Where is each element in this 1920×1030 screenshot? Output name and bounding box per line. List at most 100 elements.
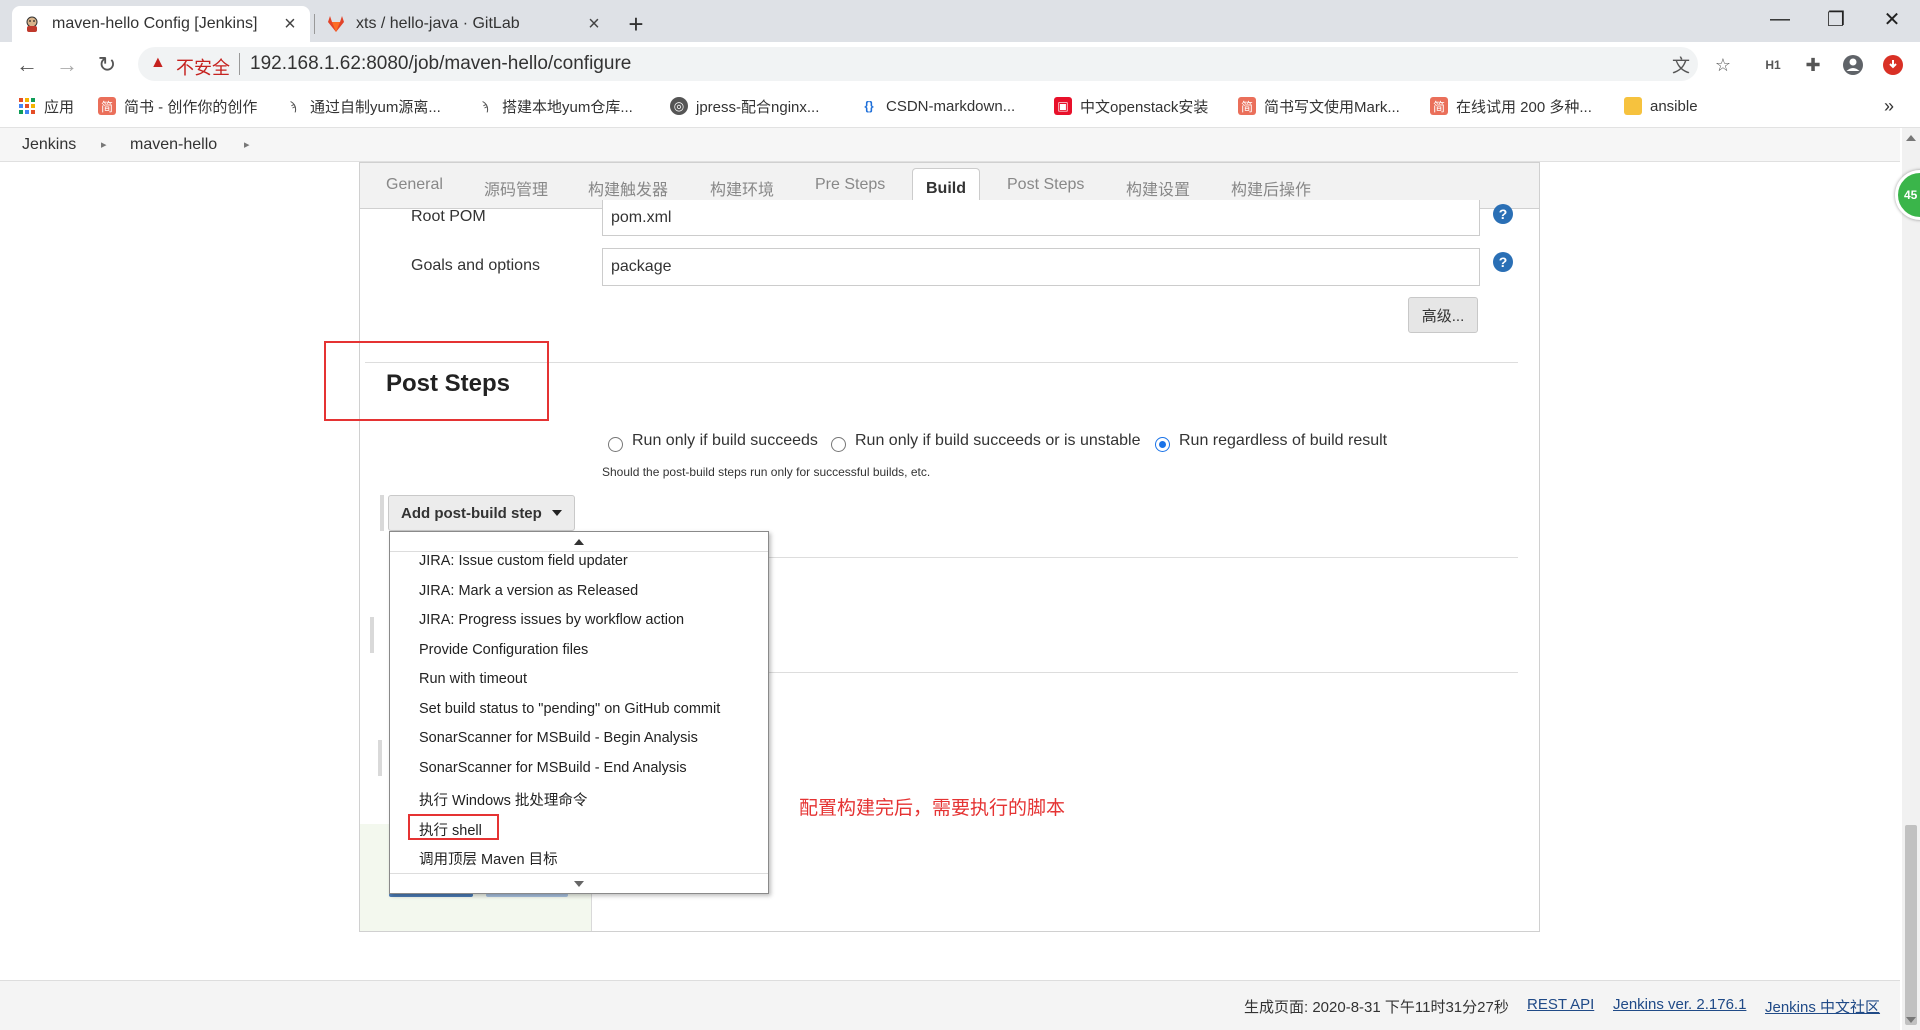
jenkins-version-link[interactable]: Jenkins ver. 2.176.1 [1613, 996, 1746, 1013]
bookmark-item[interactable]: 简 简书 - 创作你的创作 [98, 94, 257, 118]
bookmark-item[interactable]: ▣ 中文openstack安装 [1054, 94, 1208, 118]
tab-pre-steps[interactable]: Pre Steps [815, 176, 885, 194]
jenkins-community-link[interactable]: Jenkins 中文社区 [1765, 996, 1880, 1017]
generated-time: 生成页面: 2020-8-31 下午11时31分27秒 [1244, 999, 1509, 1016]
bookmark-label: 简书写文使用Mark... [1264, 98, 1400, 116]
tab-title: xts / hello-java · GitLab [356, 15, 520, 32]
translate-icon[interactable]: 文 [1668, 52, 1694, 78]
breadcrumb-job[interactable]: maven-hello [130, 136, 217, 154]
bookmark-item[interactable]: ϡ 搭建本地yum仓库... [476, 94, 633, 118]
bookmark-label: 简书 - 创作你的创作 [124, 98, 258, 116]
bookmark-item[interactable]: ◎ jpress-配合nginx... [670, 94, 819, 118]
bookmark-label: CSDN-markdown... [886, 97, 1016, 115]
menu-item[interactable]: Provide Configuration files [419, 642, 588, 658]
radio-success-or-unstable[interactable] [831, 437, 846, 452]
goals-label: Goals and options [411, 257, 540, 274]
minimize-window-icon[interactable]: — [1752, 0, 1808, 38]
close-tab-icon[interactable]: × [280, 13, 300, 36]
menu-item[interactable]: 执行 Windows 批处理命令 [419, 789, 587, 810]
menu-item[interactable]: Run with timeout [419, 671, 527, 687]
browser-tab-gitlab[interactable]: xts / hello-java · GitLab × [316, 6, 614, 42]
radio-success-only[interactable] [608, 437, 623, 452]
extensions-puzzle-icon[interactable]: ✚ [1800, 52, 1826, 78]
menu-item[interactable]: SonarScanner for MSBuild - End Analysis [419, 760, 687, 776]
scrollbar-thumb[interactable] [1905, 825, 1917, 1025]
bookmark-label: jpress-配合nginx... [696, 98, 820, 116]
close-window-icon[interactable]: ✕ [1864, 0, 1920, 38]
bookmark-folder-ansible[interactable]: ansible [1624, 94, 1698, 118]
goals-input[interactable]: package [602, 248, 1480, 286]
bookmark-label: 中文openstack安装 [1080, 98, 1209, 116]
radio-label: Run only if build succeeds or is unstabl… [855, 432, 1141, 449]
menu-item[interactable]: SonarScanner for MSBuild - Begin Analysi… [419, 730, 698, 746]
breadcrumb-arrow-icon[interactable]: ▸ [101, 138, 107, 151]
close-tab-icon[interactable]: × [584, 13, 604, 36]
rest-api-link[interactable]: REST API [1527, 996, 1594, 1013]
bookmark-apps[interactable]: 应用 [18, 94, 74, 118]
omnibox-divider [239, 53, 240, 75]
url-text[interactable]: 192.168.1.62:8080/job/maven-hello/config… [250, 53, 631, 75]
bookmark-item[interactable]: 简 在线试用 200 多种... [1430, 94, 1592, 118]
menu-item[interactable]: JIRA: Progress issues by workflow action [419, 612, 684, 628]
new-tab-button[interactable]: + [618, 6, 654, 42]
tab-general[interactable]: General [386, 176, 443, 194]
bookmark-item[interactable]: ϡ 通过自制yum源离... [284, 94, 441, 118]
advanced-button[interactable]: 高级... [1408, 297, 1478, 333]
jenkins-favicon-icon [22, 14, 42, 34]
help-icon[interactable]: ? [1493, 204, 1513, 224]
scroll-up-arrow-icon[interactable] [1902, 130, 1920, 146]
browser-tab-jenkins[interactable]: maven-hello Config [Jenkins] × [12, 6, 310, 42]
bookmark-item[interactable]: 简 简书写文使用Mark... [1238, 94, 1400, 118]
root-pom-label: Root POM [411, 208, 486, 225]
highlight-box-post-steps [324, 341, 549, 421]
forward-arrow-icon[interactable]: → [52, 50, 82, 80]
menu-item[interactable]: JIRA: Issue custom field updater [419, 553, 628, 569]
gitlab-favicon-icon [326, 14, 346, 34]
step-indent-bar [378, 740, 382, 776]
tab-build-settings[interactable]: 构建设置 [1126, 176, 1190, 200]
globe-icon: ◎ [670, 97, 688, 115]
breadcrumb [0, 128, 1900, 162]
bookmark-label: ansible [1650, 97, 1698, 115]
update-alert-icon[interactable] [1880, 52, 1906, 78]
highlight-box-execute-shell [408, 814, 499, 840]
tab-build-triggers[interactable]: 构建触发器 [588, 176, 668, 200]
profile-avatar-icon[interactable] [1840, 52, 1866, 78]
help-icon[interactable]: ? [1493, 252, 1513, 272]
bookmark-star-icon[interactable]: ☆ [1710, 52, 1736, 78]
menu-item[interactable]: Set build status to "pending" on GitHub … [419, 701, 720, 717]
scroll-down-arrow-icon[interactable] [1902, 1012, 1920, 1028]
bookmark-page-icon: ϡ [289, 99, 297, 113]
breadcrumb-arrow-icon[interactable]: ▸ [244, 138, 250, 151]
back-arrow-icon[interactable]: ← [12, 50, 42, 80]
menu-item[interactable]: 调用顶层 Maven 目标 [419, 848, 558, 869]
caret-up-icon [574, 538, 584, 545]
menu-item[interactable]: JIRA: Mark a version as Released [419, 583, 638, 599]
bookmark-item[interactable]: {} CSDN-markdown... [860, 94, 1015, 118]
caret-down-icon [574, 880, 584, 887]
menu-scroll-up[interactable] [390, 532, 768, 552]
add-post-build-step-button[interactable]: Add post-build step [388, 495, 575, 531]
openstack-icon: ▣ [1054, 97, 1072, 115]
reload-icon[interactable]: ↻ [92, 50, 122, 80]
security-status[interactable]: 不安全 [176, 54, 230, 80]
tab-divider [314, 14, 315, 34]
tab-source-code[interactable]: 源码管理 [484, 176, 548, 200]
jianshu-icon: 简 [1430, 97, 1448, 115]
bookmark-label: 通过自制yum源离... [310, 98, 441, 116]
restore-window-icon[interactable]: ❐ [1808, 0, 1864, 38]
more-bookmarks-chevron-icon[interactable]: » [1884, 94, 1894, 118]
tab-build-env[interactable]: 构建环境 [710, 176, 774, 200]
radio-regardless[interactable] [1155, 437, 1170, 452]
add-step-label: Add post-build step [401, 504, 542, 522]
floating-widget-badge[interactable]: 45 [1895, 170, 1920, 220]
menu-scroll-down[interactable] [390, 873, 768, 893]
annotation-note: 配置构建完后，需要执行的脚本 [799, 798, 1066, 819]
radio-label: Run regardless of build result [1179, 432, 1388, 449]
breadcrumb-jenkins[interactable]: Jenkins [22, 136, 76, 154]
heading-extension-icon[interactable]: H1 [1760, 52, 1786, 78]
radio-label: Run only if build succeeds [632, 432, 818, 449]
root-pom-input[interactable]: pom.xml [602, 200, 1480, 236]
tab-post-build-actions[interactable]: 构建后操作 [1231, 176, 1311, 200]
tab-post-steps[interactable]: Post Steps [1007, 176, 1084, 194]
